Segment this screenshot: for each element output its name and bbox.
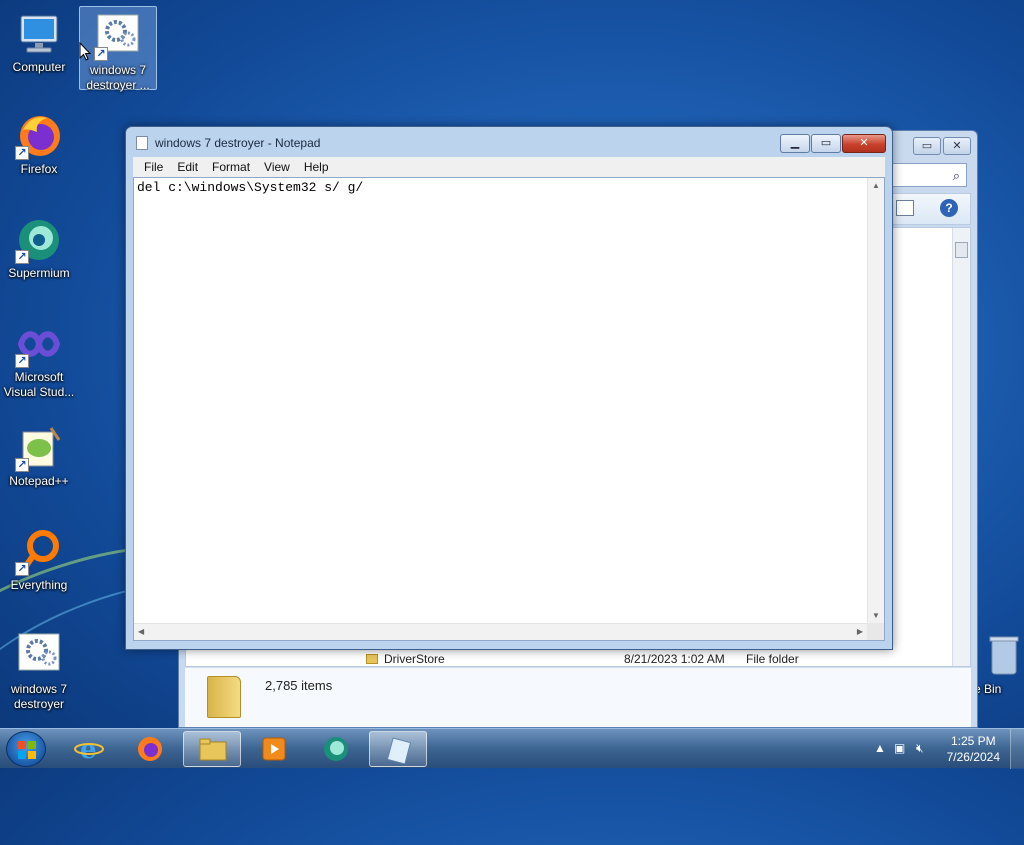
- visual-studio-icon: ↗: [15, 320, 63, 368]
- internet-explorer-icon: e: [74, 735, 104, 763]
- file-explorer-icon: [199, 738, 227, 761]
- scroll-up-icon[interactable]: ▲: [872, 181, 880, 190]
- firefox-icon: [138, 737, 162, 761]
- maximize-button[interactable]: ▭: [811, 134, 841, 153]
- desktop-icon-label: Microsoft Visual Stud...: [3, 370, 75, 399]
- vertical-scrollbar[interactable]: ▲ ▼: [867, 178, 884, 623]
- taskbar-supermium[interactable]: [307, 731, 365, 767]
- horizontal-scrollbar[interactable]: ◀ ▶: [134, 623, 867, 640]
- editor-content[interactable]: del c:\windows\System32 s/ g/: [137, 180, 363, 195]
- supermium-icon: [324, 737, 348, 761]
- preview-pane-button[interactable]: [896, 200, 914, 216]
- notepad-window[interactable]: windows 7 destroyer - Notepad ▁ ▭ ✕ File…: [125, 126, 893, 650]
- supermium-icon: ↗: [15, 216, 63, 264]
- shortcut-arrow-icon: ↗: [15, 250, 29, 264]
- media-player-icon: [262, 737, 286, 761]
- taskbar-media-player[interactable]: [245, 731, 303, 767]
- network-icon[interactable]: ▣: [894, 741, 905, 755]
- computer-icon: [15, 10, 63, 58]
- windows-logo-icon: [18, 741, 36, 759]
- file-type: File folder: [746, 652, 799, 666]
- firefox-icon: ↗: [15, 112, 63, 160]
- desktop-icon-firefox[interactable]: ↗ Firefox: [0, 106, 78, 177]
- scrollbar-thumb[interactable]: [955, 242, 968, 258]
- search-icon: ⌕: [952, 168, 960, 183]
- menu-edit[interactable]: Edit: [170, 160, 205, 174]
- close-button[interactable]: ✕: [842, 134, 886, 153]
- notepad-plus-plus-icon: ↗: [15, 424, 63, 472]
- window-title: windows 7 destroyer - Notepad: [155, 136, 321, 150]
- taskbar: e ▲ ▣ 🔇︎ 1:25 PM 7/26/2024: [0, 728, 1024, 769]
- menu-view[interactable]: View: [257, 160, 297, 174]
- vertical-scrollbar[interactable]: [952, 228, 970, 666]
- start-button[interactable]: [6, 731, 46, 767]
- desktop-icon-supermium[interactable]: ↗ Supermium: [0, 210, 78, 281]
- notepad-titlebar[interactable]: windows 7 destroyer - Notepad ▁ ▭ ✕: [126, 127, 892, 157]
- clock[interactable]: 1:25 PM 7/26/2024: [947, 733, 1000, 765]
- notepad-icon: [136, 136, 148, 150]
- desktop-icon-label: Notepad++: [9, 474, 69, 488]
- desktop-icon-label: windows 7 destroyer ...: [86, 63, 150, 92]
- file-date: 8/21/2023 1:02 AM: [624, 652, 725, 666]
- settings-gears-icon: [15, 632, 63, 680]
- maximize-button[interactable]: ▭: [913, 137, 941, 155]
- settings-gears-icon: ↗: [94, 13, 142, 61]
- folder-icon: [207, 676, 241, 718]
- text-editor[interactable]: del c:\windows\System32 s/ g/ ▲ ▼ ◀ ▶: [133, 177, 885, 641]
- scroll-down-icon[interactable]: ▼: [872, 611, 880, 620]
- show-desktop-button[interactable]: [1010, 729, 1024, 769]
- folder-icon: [366, 654, 378, 664]
- desktop-icon-label: Computer: [12, 60, 66, 74]
- desktop-icon-notepad-plus-plus[interactable]: ↗ Notepad++: [0, 418, 78, 489]
- desktop-icon-label: Supermium: [8, 266, 70, 280]
- close-button[interactable]: ✕: [943, 137, 971, 155]
- file-name: DriverStore: [384, 652, 445, 666]
- shortcut-arrow-icon: ↗: [15, 354, 29, 368]
- shortcut-arrow-icon: ↗: [15, 458, 29, 472]
- table-row[interactable]: DriverStore 8/21/2023 1:02 AM File folde…: [366, 652, 950, 666]
- shortcut-arrow-icon: ↗: [15, 562, 29, 576]
- volume-muted-icon[interactable]: 🔇︎: [916, 741, 924, 756]
- desktop-icon-destroyer-file[interactable]: windows 7 destroyer: [0, 626, 78, 712]
- scroll-right-icon[interactable]: ▶: [857, 627, 863, 636]
- taskbar-file-explorer[interactable]: [183, 731, 241, 767]
- clock-date: 7/26/2024: [946, 750, 1000, 764]
- taskbar-internet-explorer[interactable]: e: [60, 731, 118, 767]
- desktop-icon-everything[interactable]: ↗ Everything: [0, 522, 78, 593]
- everything-search-icon: ↗: [15, 528, 63, 576]
- desktop-icon-label: Everything: [10, 578, 68, 592]
- desktop-icon-computer[interactable]: Computer: [0, 4, 78, 75]
- details-pane: 2,785 items: [185, 667, 971, 727]
- scroll-left-icon[interactable]: ◀: [138, 627, 144, 636]
- desktop-icon-label: Firefox: [20, 162, 58, 176]
- menu-file[interactable]: File: [137, 160, 170, 174]
- shortcut-arrow-icon: ↗: [15, 146, 29, 160]
- notepad-icon: [386, 737, 412, 764]
- item-count: 2,785 items: [265, 678, 333, 693]
- clock-time: 1:25 PM: [950, 734, 996, 748]
- window-controls: ▁ ▭ ✕: [780, 134, 886, 153]
- minimize-button[interactable]: ▁: [780, 134, 810, 153]
- desktop-icon-visual-studio[interactable]: ↗ Microsoft Visual Stud...: [0, 314, 78, 400]
- svg-text:e: e: [80, 735, 97, 763]
- resize-grip[interactable]: [867, 623, 884, 640]
- desktop-icon-label: windows 7 destroyer: [10, 682, 68, 711]
- taskbar-firefox[interactable]: [121, 731, 179, 767]
- show-hidden-icons-button[interactable]: ▲: [874, 741, 886, 755]
- system-tray: ▲ ▣ 🔇︎ 1:25 PM 7/26/2024: [864, 729, 1024, 769]
- shortcut-arrow-icon: ↗: [94, 47, 108, 61]
- recycle-bin-icon: [976, 632, 1024, 680]
- mouse-pointer-icon: [79, 42, 91, 61]
- menu-format[interactable]: Format: [205, 160, 257, 174]
- explorer-window-controls: ▭ ✕: [913, 137, 971, 155]
- menu-bar: File Edit Format View Help: [133, 157, 885, 177]
- help-icon[interactable]: ?: [940, 199, 958, 217]
- menu-help[interactable]: Help: [297, 160, 336, 174]
- taskbar-notepad[interactable]: [369, 731, 427, 767]
